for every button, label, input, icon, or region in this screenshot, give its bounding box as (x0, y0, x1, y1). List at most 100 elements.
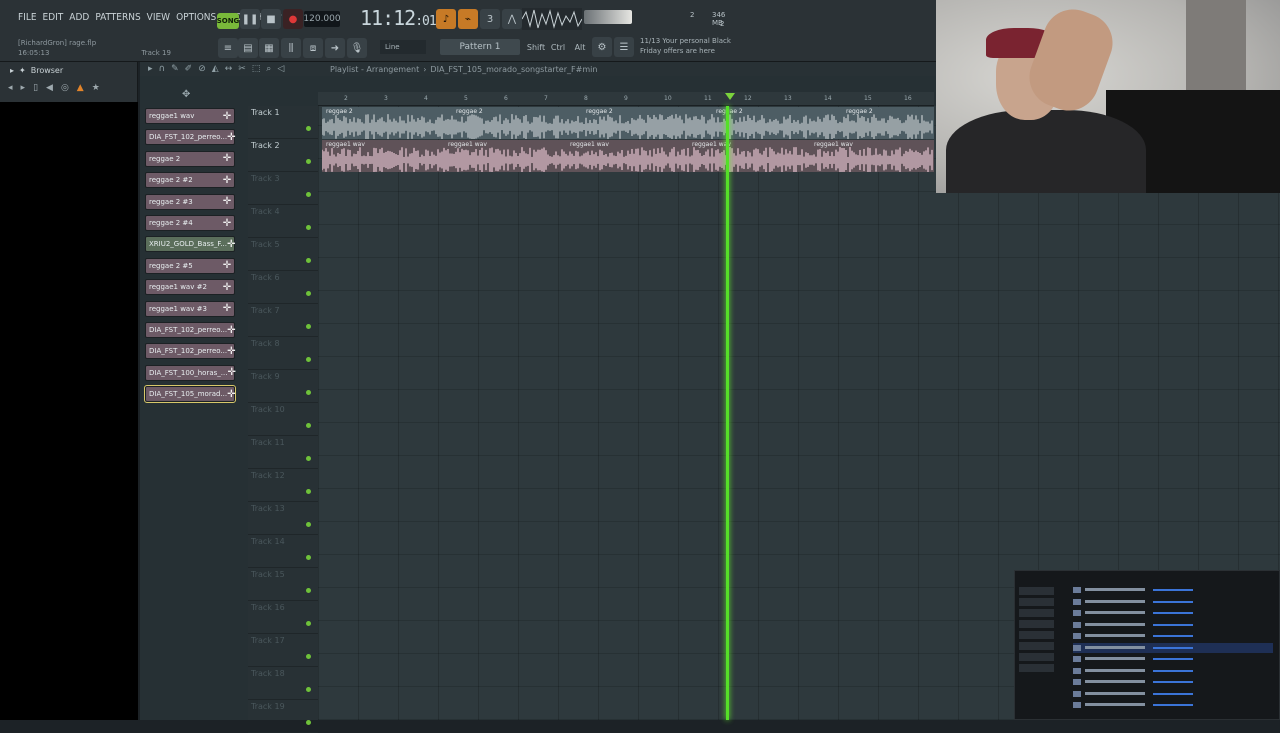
pencil-icon[interactable]: ✎ (171, 64, 179, 74)
browser-speaker-icon[interactable]: ◀ (46, 83, 53, 93)
track-header[interactable]: Track 3 (248, 172, 318, 205)
master-volume-slider[interactable] (584, 10, 632, 24)
track-enable-led[interactable] (306, 126, 311, 131)
delete-icon[interactable]: ⊘ (198, 64, 206, 74)
clip-picker-item[interactable]: DIA_FST_100_horas_... ✛ (145, 364, 236, 381)
clip-picker-item[interactable]: reggae1 wav #3 ✛ (145, 300, 235, 317)
wait-icon[interactable]: ⌁ (458, 9, 478, 29)
blend-icon[interactable]: ⋀ (502, 9, 522, 29)
add-clip-icon[interactable]: ✛ (220, 173, 234, 187)
snap-selector[interactable]: Line (380, 40, 426, 54)
browser-search-icon[interactable]: ◎ (61, 83, 69, 93)
track-header[interactable]: Track 2 (248, 139, 318, 172)
track-enable-led[interactable] (306, 423, 311, 428)
track-header[interactable]: Track 6 (248, 271, 318, 304)
arrow-icon[interactable]: ➜ (325, 38, 345, 58)
timeline-ruler[interactable]: 2 3 4 5 6 7 8 9 10 11 12 13 14 15 16 (318, 92, 934, 106)
add-clip-icon[interactable]: ✛ (227, 130, 235, 144)
menu-add[interactable]: ADD (69, 12, 89, 23)
track2-audio-clip[interactable]: reggae1 wav reggae1 wav reggae1 wav reggae1… (322, 140, 950, 172)
add-clip-icon[interactable]: ✛ (220, 109, 234, 123)
add-clip-icon[interactable]: ✛ (220, 195, 234, 209)
select-icon[interactable]: ⬚ (252, 64, 261, 74)
track-enable-led[interactable] (306, 159, 311, 164)
track-enable-led[interactable] (306, 225, 311, 230)
online-icon[interactable]: ☰ (614, 37, 634, 57)
clip-picker-item[interactable]: reggae1 wav ✛ (145, 108, 235, 124)
track-enable-led[interactable] (306, 720, 311, 725)
hint-bar[interactable]: 11/13 Your personal Black Friday offers … (640, 36, 731, 56)
ctrl-key-button[interactable]: Ctrl (549, 40, 567, 54)
add-clip-icon[interactable]: ✛ (227, 387, 235, 401)
browser-tree[interactable] (0, 102, 138, 720)
track-enable-led[interactable] (306, 324, 311, 329)
countdown-icon[interactable]: 3 (480, 9, 500, 29)
menu-options[interactable]: OPTIONS (176, 12, 216, 23)
alt-key-button[interactable]: Alt (571, 40, 589, 54)
clip-picker-item[interactable]: DIA_FST_102_perreo... ✛ (145, 343, 236, 360)
track-header[interactable]: Track 12 (248, 469, 318, 502)
plugin-icon[interactable]: ⧈ (303, 38, 323, 58)
clip-picker-item[interactable]: reggae 2 ✛ (145, 150, 235, 167)
channel-rack-icon[interactable]: ▤ (238, 38, 258, 58)
clip-picker-item[interactable]: reggae 2 #2 ✛ (145, 172, 235, 189)
track1-audio-clip[interactable]: reggae 2 reggae 2 reggae 2 reggae 2 reggae 2 (322, 107, 934, 139)
add-clip-icon[interactable]: ✛ (220, 280, 234, 294)
slice-icon[interactable]: ✂ (238, 64, 246, 74)
piano-roll-icon[interactable]: ▦ (259, 38, 279, 58)
add-clip-icon[interactable]: ✛ (220, 259, 234, 273)
track-header[interactable]: Track 4 (248, 205, 318, 238)
browser-cloud-icon[interactable]: ▲ (77, 83, 84, 93)
mixer-icon[interactable]: ⫼ (281, 38, 301, 58)
playhead-line[interactable] (726, 106, 729, 720)
slip-icon[interactable]: ↔ (225, 64, 233, 74)
track-header[interactable]: Track 9 (248, 370, 318, 403)
track-enable-led[interactable] (306, 654, 311, 659)
clip-picker-item[interactable]: reggae 2 #4 ✛ (145, 215, 235, 231)
track-header[interactable]: Track 8 (248, 337, 318, 370)
browser-file-icon[interactable]: ▯ (33, 83, 38, 93)
microphone-icon[interactable]: 🎙 (347, 38, 367, 58)
clip-picker-item[interactable]: reggae 2 #5 ✛ (145, 257, 235, 274)
track-header[interactable]: Track 10 (248, 403, 318, 436)
browser-star-icon[interactable]: ★ (92, 83, 100, 93)
pause-button[interactable]: ❚❚ (240, 9, 260, 29)
track-enable-led[interactable] (306, 456, 311, 461)
clip-picker-item[interactable]: reggae1 wav #2 ✛ (145, 279, 235, 296)
add-clip-icon[interactable]: ✛ (227, 323, 235, 337)
menu-edit[interactable]: EDIT (43, 12, 64, 23)
track-enable-led[interactable] (306, 555, 311, 560)
browser-forward-icon[interactable]: ▸ (21, 83, 26, 93)
playback-icon[interactable]: ◁ (277, 64, 284, 74)
browser-back-icon[interactable]: ◂ (8, 83, 13, 93)
track-header[interactable]: Track 13 (248, 502, 318, 535)
metronome-icon[interactable]: ♪ (436, 9, 456, 29)
playlist-arrow-icon[interactable]: ▸ (148, 64, 153, 74)
clip-picker-item[interactable]: DIA_FST_105_morad... ✛ (144, 385, 236, 404)
pattern-selector[interactable]: Pattern 1 (440, 39, 520, 55)
track-header[interactable]: Track 11 (248, 436, 318, 469)
track-enable-led[interactable] (306, 192, 311, 197)
track-enable-led[interactable] (306, 588, 311, 593)
track-enable-led[interactable] (306, 687, 311, 692)
track-header[interactable]: Track 15 (248, 568, 318, 601)
menu-file[interactable]: FILE (18, 12, 37, 23)
brush-icon[interactable]: ✐ (185, 64, 193, 74)
mute-icon[interactable]: ◭ (212, 64, 219, 74)
add-clip-icon[interactable]: ✛ (220, 302, 234, 316)
track-header[interactable]: Track 16 (248, 601, 318, 634)
track-header[interactable]: Track 14 (248, 535, 318, 568)
track-enable-led[interactable] (306, 621, 311, 626)
track-enable-led[interactable] (306, 522, 311, 527)
track-header[interactable]: Track 7 (248, 304, 318, 337)
clip-picker-item[interactable]: DIA_FST_102_perreo... ✛ (145, 129, 236, 146)
picker-move-icon[interactable]: ✥ (182, 89, 190, 100)
song-mode-toggle[interactable]: SONG (217, 13, 239, 29)
add-clip-icon[interactable]: ✛ (227, 344, 235, 358)
magnet-icon[interactable]: ∩ (159, 64, 166, 74)
clip-picker-item[interactable]: DIA_FST_102_perreo... ✛ (145, 322, 236, 338)
track-enable-led[interactable] (306, 357, 311, 362)
add-clip-icon[interactable]: ✛ (227, 366, 235, 380)
clip-picker-item[interactable]: XRIU2_GOLD_Bass_F... ✛ (145, 236, 235, 253)
track-header[interactable]: Track 17 (248, 634, 318, 667)
